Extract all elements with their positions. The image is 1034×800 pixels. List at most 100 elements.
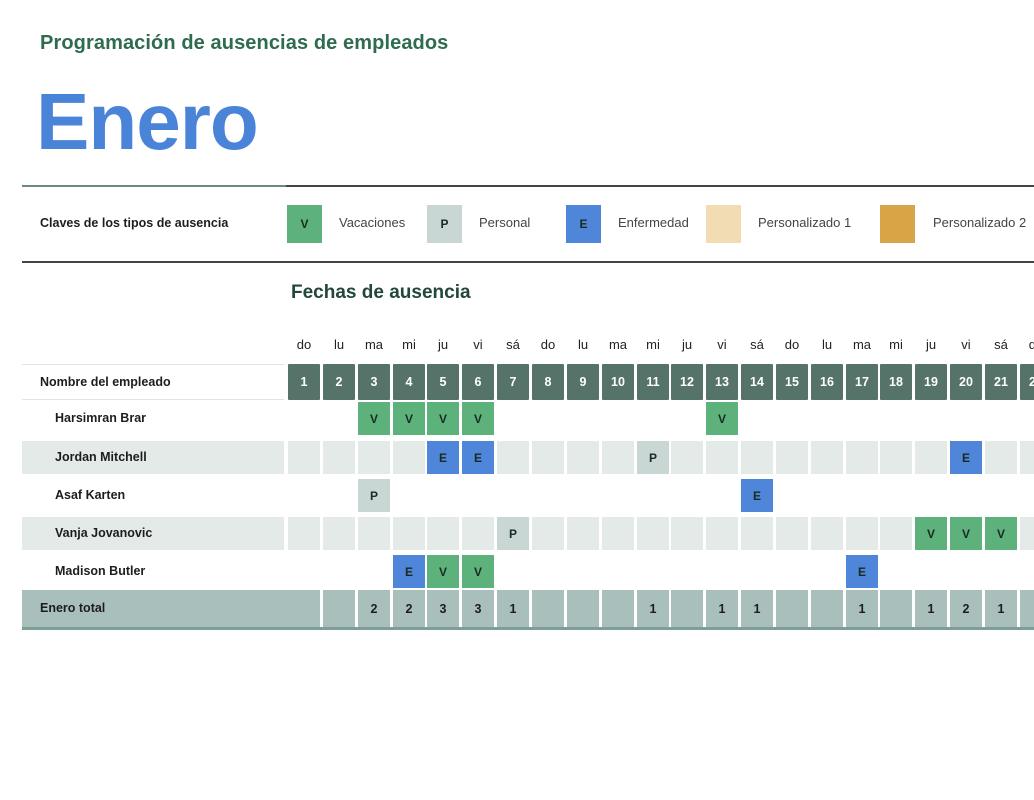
- absence-cell[interactable]: V: [706, 402, 738, 435]
- empty-day-cell[interactable]: [846, 441, 878, 474]
- empty-day-cell[interactable]: [880, 517, 912, 550]
- legend-swatch-V: V: [287, 205, 322, 243]
- absence-cell[interactable]: V: [462, 555, 494, 588]
- day-header-1: 1: [288, 364, 320, 400]
- empty-day-cell[interactable]: [462, 517, 494, 550]
- empty-day-cell[interactable]: [497, 441, 529, 474]
- empty-day-cell[interactable]: [602, 441, 634, 474]
- weekday-label: mi: [402, 337, 416, 352]
- absence-cell[interactable]: V: [985, 517, 1017, 550]
- empty-day-cell[interactable]: [427, 517, 459, 550]
- empty-day-cell[interactable]: [915, 441, 947, 474]
- empty-day-cell[interactable]: [985, 441, 1017, 474]
- empty-day-cell[interactable]: [880, 441, 912, 474]
- empty-day-cell[interactable]: [671, 517, 703, 550]
- day-total-cell: 3: [427, 590, 459, 627]
- absence-cell[interactable]: V: [393, 402, 425, 435]
- weekday-label: sá: [750, 337, 764, 352]
- empty-day-cell[interactable]: [776, 517, 808, 550]
- day-header-4: 4: [393, 364, 425, 400]
- empty-day-cell[interactable]: [1020, 441, 1034, 474]
- empty-day-cell[interactable]: [706, 517, 738, 550]
- weekday-label: sá: [506, 337, 520, 352]
- empty-day-cell[interactable]: [811, 441, 843, 474]
- absence-cell[interactable]: E: [462, 441, 494, 474]
- absence-cell[interactable]: V: [427, 402, 459, 435]
- day-header-20: 20: [950, 364, 982, 400]
- day-header-6: 6: [462, 364, 494, 400]
- weekday-label: sá: [994, 337, 1008, 352]
- day-total-cell: [880, 590, 912, 627]
- absence-cell[interactable]: P: [637, 441, 669, 474]
- day-total-cell: 1: [915, 590, 947, 627]
- weekday-label: do: [1028, 337, 1034, 352]
- absence-cell[interactable]: E: [741, 479, 773, 512]
- legend-label: Claves de los tipos de ausencia: [40, 216, 229, 230]
- legend-swatch-E: E: [566, 205, 601, 243]
- empty-day-cell[interactable]: [532, 517, 564, 550]
- empty-day-cell[interactable]: [1020, 517, 1034, 550]
- legend-label-item: Personalizado 2: [933, 215, 1027, 230]
- legend-swatch-custom-4: [880, 205, 915, 243]
- empty-day-cell[interactable]: [323, 517, 355, 550]
- empty-day-cell[interactable]: [532, 441, 564, 474]
- empty-day-cell[interactable]: [741, 517, 773, 550]
- empty-day-cell[interactable]: [741, 441, 773, 474]
- absence-cell[interactable]: V: [950, 517, 982, 550]
- divider: [286, 185, 1034, 187]
- empty-day-cell[interactable]: [393, 517, 425, 550]
- empty-day-cell[interactable]: [567, 441, 599, 474]
- empty-day-cell[interactable]: [393, 441, 425, 474]
- absence-cell[interactable]: E: [846, 555, 878, 588]
- empty-day-cell[interactable]: [288, 441, 320, 474]
- empty-day-cell[interactable]: [811, 517, 843, 550]
- empty-day-cell[interactable]: [602, 517, 634, 550]
- day-header-18: 18: [880, 364, 912, 400]
- empty-day-cell[interactable]: [288, 517, 320, 550]
- weekday-label: do: [784, 337, 800, 352]
- legend-swatch-custom-3: [706, 205, 741, 243]
- absence-cell[interactable]: V: [427, 555, 459, 588]
- day-header-21: 21: [985, 364, 1017, 400]
- absence-cell[interactable]: E: [427, 441, 459, 474]
- absence-cell[interactable]: V: [358, 402, 390, 435]
- day-header-7: 7: [497, 364, 529, 400]
- empty-day-cell[interactable]: [358, 517, 390, 550]
- empty-day-cell[interactable]: [846, 517, 878, 550]
- day-total-cell: 2: [950, 590, 982, 627]
- empty-day-cell[interactable]: [671, 441, 703, 474]
- weekday-label: ju: [437, 337, 449, 352]
- weekday-label: mi: [889, 337, 903, 352]
- day-header-12: 12: [671, 364, 703, 400]
- empty-day-cell[interactable]: [637, 517, 669, 550]
- empty-day-cell[interactable]: [323, 441, 355, 474]
- day-header-8: 8: [532, 364, 564, 400]
- day-header-9: 9: [567, 364, 599, 400]
- day-header-17: 17: [846, 364, 878, 400]
- day-total-cell: 2: [358, 590, 390, 627]
- weekday-label: ju: [925, 337, 937, 352]
- weekday-label: lu: [821, 337, 833, 352]
- day-total-cell: [532, 590, 564, 627]
- absence-cell[interactable]: V: [915, 517, 947, 550]
- empty-day-cell[interactable]: [567, 517, 599, 550]
- absence-cell[interactable]: E: [393, 555, 425, 588]
- day-total-cell: [1020, 590, 1034, 627]
- weekday-label: do: [540, 337, 556, 352]
- day-total-cell: [671, 590, 703, 627]
- day-total-cell: 1: [497, 590, 529, 627]
- day-total-cell: [602, 590, 634, 627]
- absence-cell[interactable]: E: [950, 441, 982, 474]
- total-row-underline: [22, 627, 1034, 630]
- day-total-cell: [323, 590, 355, 627]
- employee-name: Asaf Karten: [55, 488, 126, 502]
- empty-day-cell[interactable]: [358, 441, 390, 474]
- section-title: Fechas de ausencia: [291, 282, 471, 303]
- absence-cell[interactable]: P: [358, 479, 390, 512]
- absence-cell[interactable]: P: [497, 517, 529, 550]
- total-row-label: Enero total: [22, 590, 320, 627]
- empty-day-cell[interactable]: [776, 441, 808, 474]
- empty-day-cell[interactable]: [706, 441, 738, 474]
- absence-cell[interactable]: V: [462, 402, 494, 435]
- day-total-cell: [811, 590, 843, 627]
